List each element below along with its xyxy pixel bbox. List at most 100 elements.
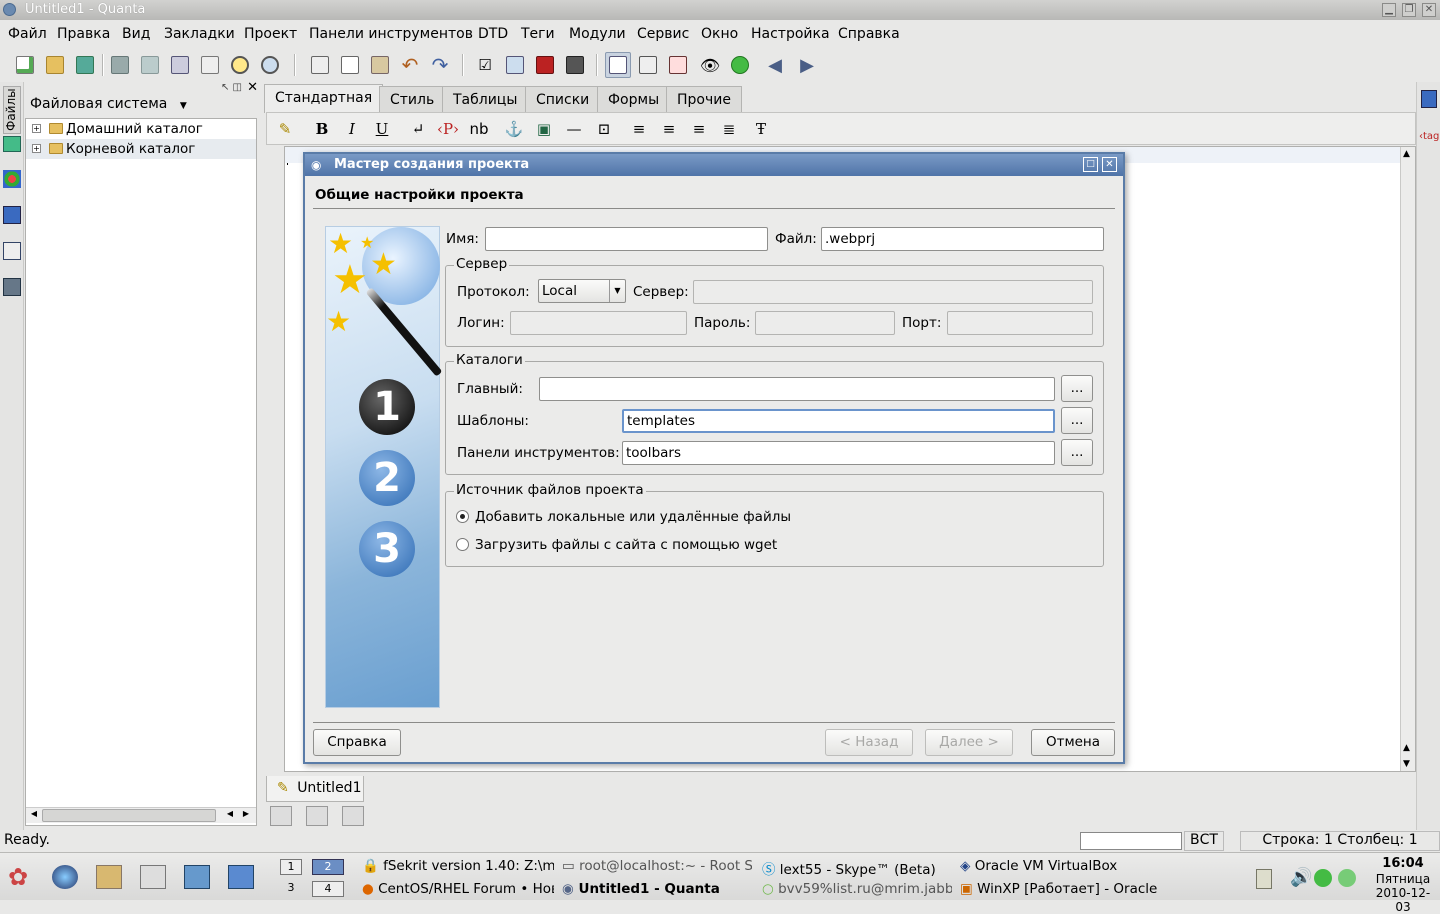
templates-icon[interactable]: [3, 170, 21, 188]
problems-icon[interactable]: [342, 806, 364, 826]
terminal-icon[interactable]: [270, 806, 292, 826]
cancel-button[interactable]: Отмена: [1031, 729, 1115, 756]
font-icon[interactable]: Ŧ: [749, 117, 773, 141]
task-winxp[interactable]: ▣ WinXP [Работает] - Oracle: [960, 881, 1160, 897]
tag-attributes-icon[interactable]: ‹tag›: [1419, 122, 1440, 152]
tab-style[interactable]: Стиль: [379, 86, 446, 112]
comment-icon[interactable]: ⊡: [592, 117, 616, 141]
desktop-3[interactable]: 3: [280, 881, 302, 897]
attributes-icon[interactable]: [3, 242, 21, 260]
menu-help[interactable]: Справка: [838, 26, 900, 42]
volume-tray-icon[interactable]: 🔊: [1290, 867, 1312, 888]
menu-tags[interactable]: Теги: [521, 26, 555, 42]
task-skype[interactable]: Ⓢ lext55 - Skype™ (Beta): [762, 858, 952, 878]
back-button[interactable]: < Назад: [825, 729, 913, 756]
align-left-icon[interactable]: ≡: [627, 117, 651, 141]
messages-icon[interactable]: [306, 806, 328, 826]
education-launcher-icon[interactable]: [228, 865, 254, 889]
zoom-in-icon[interactable]: [227, 52, 253, 78]
task-fsekrit[interactable]: 🔒 fSekrit version 1.40: Z:\mnt: [362, 858, 554, 874]
terminal-launcher-icon[interactable]: [140, 865, 166, 889]
paragraph-icon[interactable]: ‹P›: [436, 117, 460, 141]
open-file-icon[interactable]: [42, 52, 68, 78]
editor-launcher-icon[interactable]: [184, 865, 210, 889]
xsl-icon[interactable]: [562, 52, 588, 78]
help-button[interactable]: Справка: [313, 729, 401, 756]
minimize-button[interactable]: ▁: [1382, 3, 1396, 17]
files-launcher-icon[interactable]: [96, 865, 122, 889]
menu-dtd[interactable]: DTD: [478, 26, 508, 42]
tab-lists[interactable]: Списки: [525, 86, 601, 112]
tree-item-home[interactable]: + Домашний каталог: [26, 119, 256, 139]
source-local-label[interactable]: Добавить локальные или удалённые файлы: [475, 509, 791, 525]
protocol-select[interactable]: Local ▼: [538, 279, 626, 303]
panel-close-icon[interactable]: ✕: [247, 80, 258, 95]
quanta-app-icon[interactable]: [3, 3, 16, 16]
source-wget-label[interactable]: Загрузить файлы с сайта с помощью wget: [475, 537, 777, 553]
reload-icon[interactable]: [727, 52, 753, 78]
tab-tables[interactable]: Таблицы: [442, 86, 529, 112]
anchor-icon[interactable]: ⚓: [502, 117, 526, 141]
expand-icon[interactable]: +: [32, 144, 41, 153]
source-local-radio[interactable]: [456, 510, 469, 523]
image-icon[interactable]: ▣: [532, 117, 556, 141]
task-virtualbox[interactable]: ◈ Oracle VM VirtualBox: [960, 858, 1160, 874]
next-button[interactable]: Далее >: [925, 729, 1013, 756]
filesystem-tree[interactable]: + Домашний каталог + Корневой каталог ◀ …: [25, 118, 257, 826]
task-jabber[interactable]: ○ bvv59%list.ru@mrim.jabbe: [762, 881, 952, 897]
split-view-icon[interactable]: [665, 52, 691, 78]
bold-button[interactable]: B: [310, 117, 334, 141]
visual-view-icon[interactable]: [635, 52, 661, 78]
menu-window[interactable]: Окно: [701, 26, 738, 42]
check-icon[interactable]: ☑: [472, 52, 498, 78]
paste-icon[interactable]: [367, 52, 393, 78]
print-preview-icon[interactable]: [197, 52, 223, 78]
preview-icon[interactable]: [502, 52, 528, 78]
tree-hscrollbar[interactable]: ◀ ◀ ▶: [26, 807, 256, 823]
scroll-right-icon[interactable]: ▶: [240, 809, 252, 822]
menu-tools[interactable]: Сервис: [637, 26, 689, 42]
tab-standard[interactable]: Стандартная: [264, 84, 384, 113]
scroll-left-icon[interactable]: ◀: [28, 809, 40, 822]
task-terminal[interactable]: ▭ root@localhost:~ - Root Sh: [562, 858, 752, 874]
insert-mode[interactable]: ВСТ: [1184, 831, 1224, 851]
clipboard-tray-icon[interactable]: [1256, 869, 1272, 889]
main-dir-input[interactable]: [539, 377, 1055, 401]
underline-button[interactable]: U: [370, 117, 394, 141]
file-input[interactable]: .webprj: [821, 227, 1104, 251]
dialog-close-button[interactable]: ✕: [1102, 157, 1117, 172]
templates-input[interactable]: templates: [622, 409, 1055, 433]
documentation-icon[interactable]: [1421, 90, 1437, 108]
back-arrow-icon[interactable]: ◀: [762, 52, 788, 78]
source-view-icon[interactable]: [605, 52, 631, 78]
open-project-icon[interactable]: [72, 52, 98, 78]
menu-edit[interactable]: Правка: [57, 26, 110, 42]
scroll-left-icon-2[interactable]: ◀: [224, 809, 236, 822]
close-window-button[interactable]: ✕: [1422, 3, 1436, 17]
eye-preview-icon[interactable]: 👁: [697, 52, 723, 78]
window-titlebar[interactable]: Untitled1 - Quanta ▁ ❐ ✕: [0, 0, 1440, 20]
files-side-tab[interactable]: Файлы: [3, 86, 21, 134]
browse-toolbars-button[interactable]: ...: [1061, 439, 1093, 466]
port-input[interactable]: [947, 311, 1093, 335]
desktop-4[interactable]: 4: [312, 881, 344, 897]
task-firefox[interactable]: ● CentOS/RHEL Forum • Нов: [362, 881, 554, 897]
filesystem-header[interactable]: Файловая система ▼: [30, 96, 187, 112]
cut-icon[interactable]: [307, 52, 333, 78]
forward-arrow-icon[interactable]: ▶: [794, 52, 820, 78]
undo-icon[interactable]: ↶: [397, 52, 423, 78]
save-all-icon[interactable]: [137, 52, 163, 78]
scroll-up-icon-2[interactable]: ▲: [1403, 743, 1410, 753]
document-tab[interactable]: ✎ Untitled1: [266, 776, 364, 802]
menu-file[interactable]: Файл: [8, 26, 47, 42]
panel-float-icon[interactable]: ↖ ◫: [221, 82, 242, 93]
project-tree-icon[interactable]: [3, 136, 21, 152]
align-right-icon[interactable]: ≡: [687, 117, 711, 141]
update-tray-icon[interactable]: [1314, 869, 1332, 887]
desktop-2[interactable]: 2: [312, 859, 344, 875]
password-input[interactable]: [755, 311, 895, 335]
scroll-down-icon[interactable]: ▼: [1403, 759, 1410, 769]
name-input[interactable]: [485, 227, 768, 251]
menu-bookmarks[interactable]: Закладки: [164, 26, 235, 42]
task-quanta[interactable]: ◉ Untitled1 - Quanta: [562, 881, 752, 897]
